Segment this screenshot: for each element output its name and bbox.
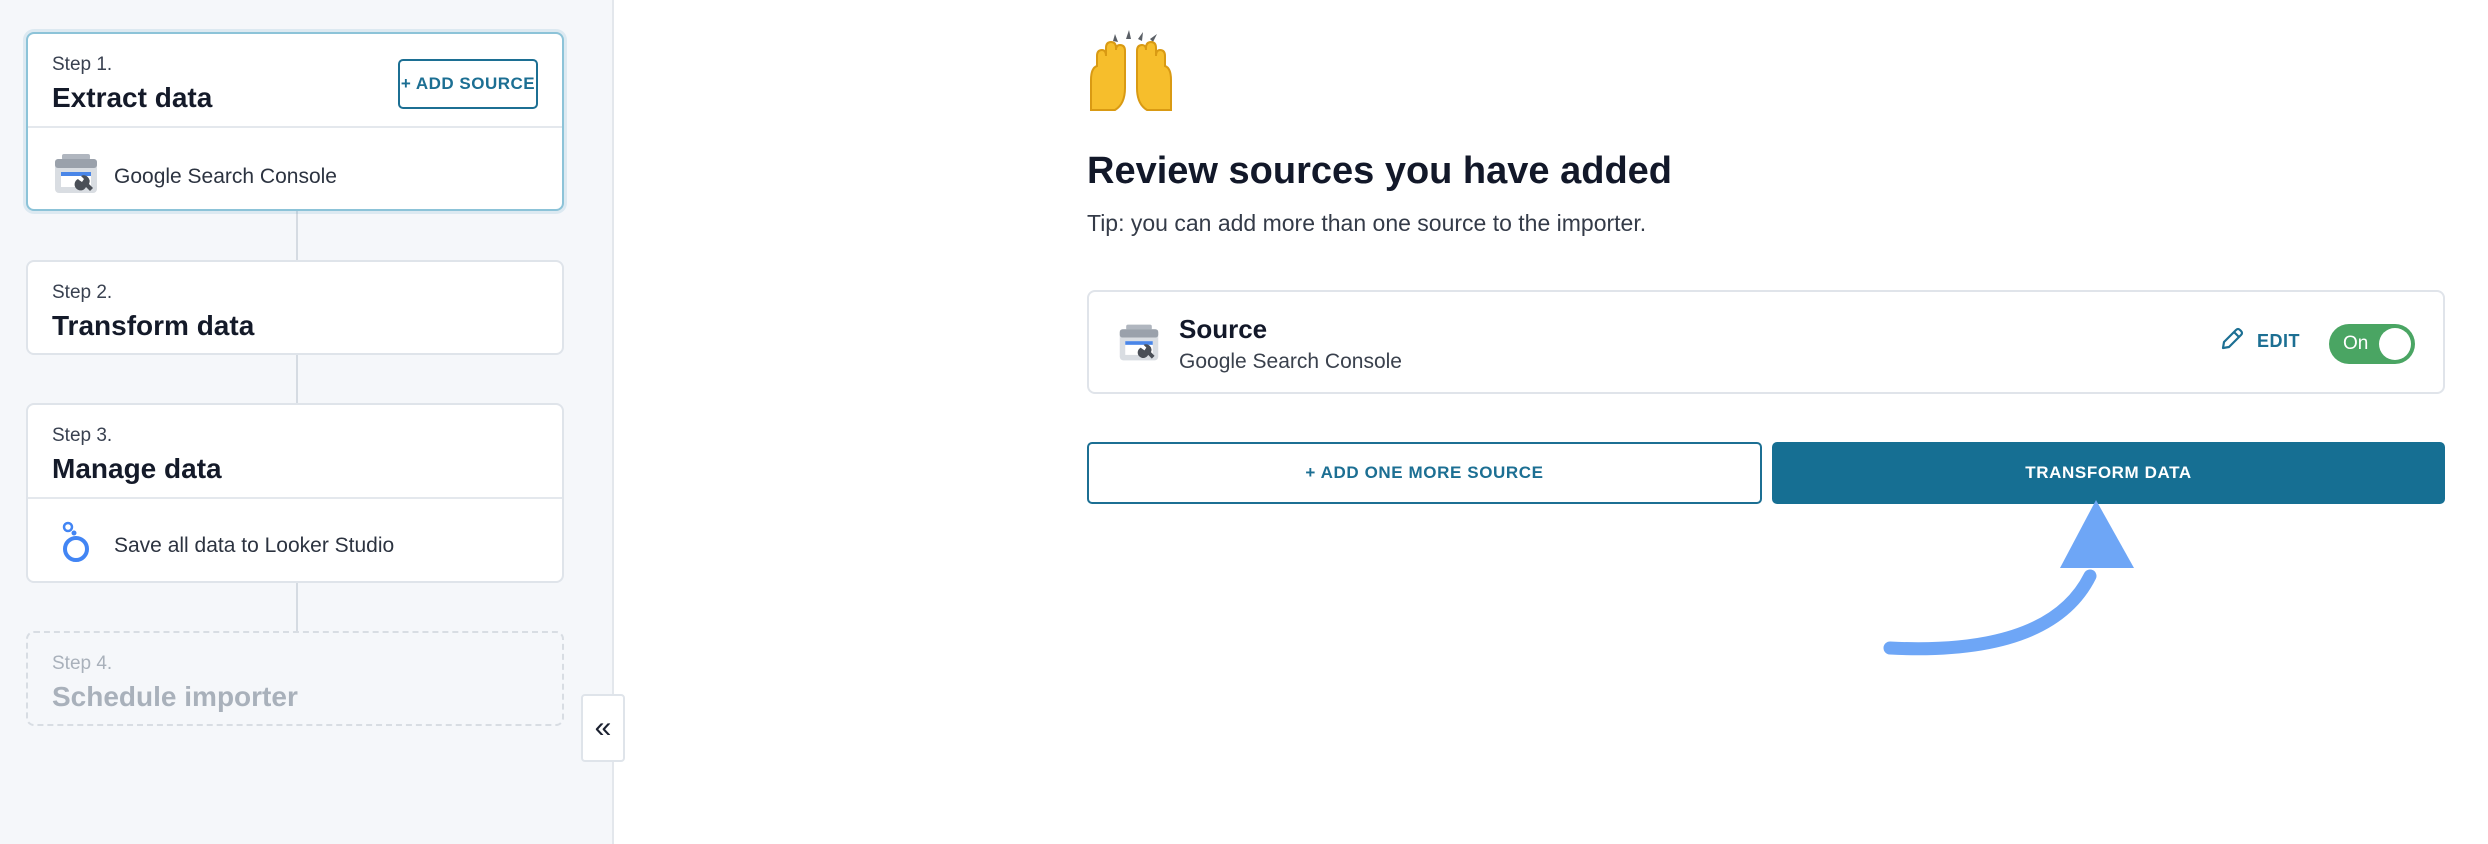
step-connector [296, 582, 298, 632]
tip-text: Tip: you can add more than one source to… [1087, 210, 1647, 236]
step-item-google-search-console: Google Search Console [52, 152, 337, 201]
looker-studio-icon [52, 519, 100, 572]
step-card-schedule-importer: Step 4. Schedule importer [26, 631, 564, 726]
step-connector [296, 210, 298, 262]
page-title: Review sources you have added [1087, 150, 1673, 192]
step-divider [28, 126, 562, 128]
add-source-button[interactable]: + ADD SOURCE [398, 59, 538, 109]
step-card-manage-data[interactable]: Step 3. Manage data Save all data to Loo… [26, 403, 564, 583]
collapse-sidebar-button[interactable]: « [581, 694, 625, 762]
toggle-label: On [2343, 333, 2369, 354]
step-divider [28, 497, 562, 499]
step-number: Step 3. [52, 425, 113, 446]
add-one-more-source-button[interactable]: + ADD ONE MORE SOURCE [1087, 442, 1762, 504]
pencil-icon [2219, 326, 2245, 357]
source-name: Google Search Console [1179, 350, 1402, 373]
source-title: Source [1179, 314, 1268, 344]
step-item-label: Google Search Console [114, 164, 337, 188]
step-title: Extract data [52, 82, 213, 113]
step-item-label: Save all data to Looker Studio [114, 533, 395, 557]
edit-source-button[interactable]: EDIT [2219, 326, 2300, 357]
toggle-knob [2379, 328, 2411, 360]
step-number: Step 4. [52, 653, 113, 674]
source-card: Source Google Search Console EDIT On [1087, 290, 2445, 394]
google-search-console-icon [52, 152, 100, 201]
google-search-console-icon [1117, 322, 1161, 369]
step-title: Manage data [52, 453, 222, 484]
step-number: Step 1. [52, 54, 113, 75]
transform-data-button[interactable]: TRANSFORM DATA [1772, 442, 2445, 504]
source-enabled-toggle[interactable]: On [2329, 324, 2415, 364]
step-title: Schedule importer [52, 681, 298, 712]
pointer-arrow-icon [1880, 496, 2140, 673]
steps-sidebar: Step 1. Extract data + ADD SOURCE Google… [0, 0, 614, 844]
edit-label: EDIT [2257, 331, 2301, 351]
step-connector [296, 354, 298, 404]
step-card-extract-data[interactable]: Step 1. Extract data + ADD SOURCE Google… [26, 32, 564, 211]
step-card-transform-data[interactable]: Step 2. Transform data [26, 260, 564, 355]
step-item-looker-studio: Save all data to Looker Studio [52, 519, 394, 572]
raising-hands-icon [1085, 28, 1177, 116]
step-number: Step 2. [52, 282, 113, 303]
step-title: Transform data [52, 310, 255, 341]
